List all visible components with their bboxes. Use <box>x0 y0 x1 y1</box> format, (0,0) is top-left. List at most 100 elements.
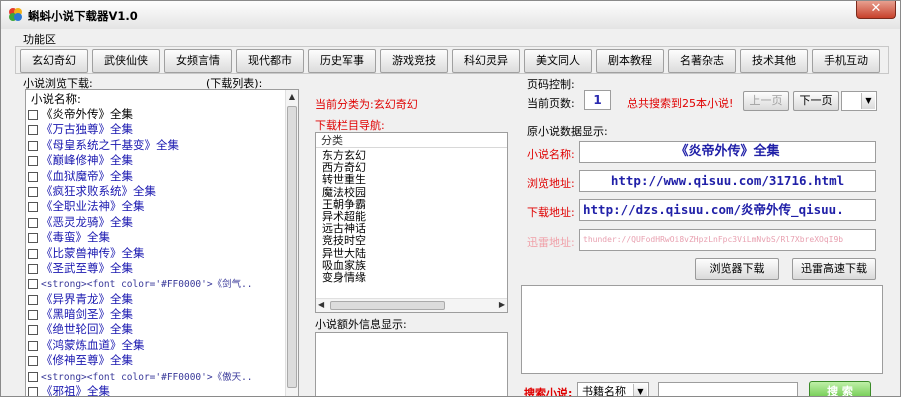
novel-checkbox[interactable] <box>28 279 38 290</box>
subcategory-list[interactable]: 分类 东方玄幻 西方奇幻 转世重生 魔法校园 王朝争霸 异术超能 远古神话 竞技时空 异世大陆吸… <box>315 132 508 313</box>
novel-checkbox[interactable] <box>28 263 38 274</box>
info-text-area[interactable] <box>521 285 883 374</box>
novel-list-item[interactable]: 《圣武至尊》全集 <box>28 261 286 276</box>
novel-checkbox[interactable] <box>28 110 38 120</box>
category-tab[interactable]: 游戏竞技 <box>380 49 448 73</box>
novel-list-item[interactable]: 《邪祖》全集 <box>28 384 286 396</box>
novel-list-item[interactable]: 《巅峰修神》全集 <box>28 153 286 168</box>
subcategory-item[interactable]: 魔法校园 <box>322 186 366 199</box>
novel-list-header: 小说名称: <box>31 92 81 106</box>
browser-download-button[interactable]: 浏览器下载 <box>695 258 779 280</box>
novel-title: 《万古独尊》全集 <box>41 122 133 137</box>
novel-list-item[interactable]: 《疯狂求败系统》全集 <box>28 184 286 199</box>
novel-checkbox[interactable] <box>28 217 38 228</box>
next-page-button[interactable]: 下一页 <box>793 91 839 111</box>
scroll-right-icon[interactable]: ▶ <box>499 300 505 309</box>
novel-title: 《血狱魔帝》全集 <box>41 168 133 183</box>
category-tab[interactable]: 科幻灵异 <box>452 49 520 73</box>
novel-checkbox[interactable] <box>28 248 38 259</box>
novel-list-item[interactable]: 《血狱魔帝》全集 <box>28 169 286 184</box>
download-url-label: 下载地址: <box>527 206 575 219</box>
novel-list-item[interactable]: 《修神至尊》全集 <box>28 353 286 368</box>
novel-list-item[interactable]: 《恶灵龙骑》全集 <box>28 215 286 230</box>
novel-title: <strong><font color='#FF0000'>《傲天.. <box>41 371 253 383</box>
novel-list-item[interactable]: 《异界青龙》全集 <box>28 292 286 307</box>
subcategory-item[interactable]: 竞技时空 <box>322 235 366 247</box>
download-url-field[interactable]: http://dzs.qisuu.com/炎帝外传_qisuu. <box>579 199 876 221</box>
category-tab[interactable]: 武侠仙侠 <box>92 49 160 73</box>
extra-info-label: 小说额外信息显示: <box>315 318 407 331</box>
page-select[interactable]: ▼ <box>841 91 877 111</box>
novel-list-item[interactable]: 《绝世轮回》全集 <box>28 322 286 337</box>
novel-checkbox[interactable] <box>28 340 38 351</box>
search-input[interactable] <box>658 382 798 396</box>
novel-title: 《巅峰修神》全集 <box>41 153 133 168</box>
extra-info-box[interactable] <box>315 332 508 396</box>
subcategory-hscrollbar[interactable]: ◀ ▶ <box>316 298 507 312</box>
novel-title: 《母皇系统之千基变》全集 <box>41 137 179 152</box>
novel-checkbox[interactable] <box>28 325 38 336</box>
thunder-download-button[interactable]: 迅雷高速下载 <box>792 258 876 280</box>
novel-list-item[interactable]: 《母皇系统之千基变》全集 <box>28 138 286 153</box>
novel-list-item[interactable]: 《炎帝外传》全集 <box>28 107 286 122</box>
novel-title: 《比蒙兽神传》全集 <box>41 245 145 260</box>
novel-title: 《毒蛮》全集 <box>41 230 110 245</box>
novel-list-item[interactable]: 《全职业法神》全集 <box>28 199 286 214</box>
novel-checkbox[interactable] <box>28 371 38 382</box>
novel-checkbox[interactable] <box>28 156 38 167</box>
novel-checkbox[interactable] <box>28 233 38 244</box>
subcategory-item[interactable]: 异世大陆 <box>322 247 366 260</box>
category-tab[interactable]: 历史军事 <box>308 49 376 73</box>
novel-list-item[interactable]: 《万古独尊》全集 <box>28 122 286 137</box>
prev-page-button[interactable]: 上一页 <box>743 91 789 111</box>
thunder-url-field[interactable]: thunder://QUFodHRwOi8vZHpzLnFpc3ViLmNvbS… <box>579 229 876 251</box>
novel-list[interactable]: 小说名称: 《炎帝外传》全集 《万古独尊》全集 《母皇系统之千基变》全集 《巅峰修神》… <box>25 89 299 396</box>
scroll-up-icon[interactable]: ▲ <box>286 90 298 104</box>
close-button[interactable]: ✕ <box>856 1 896 19</box>
subcategory-item[interactable]: 变身情缘 <box>322 271 366 284</box>
browse-url-field[interactable]: http://www.qisuu.com/31716.html <box>579 170 876 192</box>
category-tab[interactable]: 女频言情 <box>164 49 232 73</box>
novel-checkbox[interactable] <box>28 202 38 213</box>
category-tab[interactable]: 美文同人 <box>524 49 592 73</box>
category-tab[interactable]: 手机互动 <box>812 49 880 73</box>
browse-url-label: 浏览地址: <box>527 177 575 190</box>
category-tab[interactable]: 玄幻奇幻 <box>20 49 88 73</box>
novel-checkbox[interactable] <box>28 171 38 182</box>
novel-list-scrollbar[interactable]: ▲ <box>285 90 298 396</box>
thunder-url-label: 迅雷地址: <box>527 236 575 249</box>
novel-name-field[interactable]: 《炎帝外传》全集 <box>579 141 876 163</box>
current-page-field[interactable]: 1 <box>584 90 611 110</box>
novel-title: 《异界青龙》全集 <box>41 291 133 306</box>
novel-title: 《绝世轮回》全集 <box>41 322 133 337</box>
category-tab[interactable]: 剧本教程 <box>596 49 664 73</box>
novel-list-item[interactable]: 《比蒙兽神传》全集 <box>28 246 286 261</box>
category-tab[interactable]: 技术其他 <box>740 49 808 73</box>
scroll-left-icon[interactable]: ◀ <box>318 300 324 309</box>
novel-checkbox[interactable] <box>28 294 38 305</box>
novel-checkbox[interactable] <box>28 186 38 197</box>
chevron-down-icon[interactable]: ▼ <box>633 384 647 396</box>
category-tab[interactable]: 现代都市 <box>236 49 304 73</box>
novel-list-item[interactable]: <strong><font color='#FF0000'>《剑气.. <box>28 276 286 291</box>
scrollbar-thumb[interactable] <box>287 106 297 388</box>
novel-checkbox[interactable] <box>28 310 38 321</box>
chevron-down-icon[interactable]: ▼ <box>861 93 875 109</box>
novel-checkbox[interactable] <box>28 125 38 136</box>
search-type-select[interactable]: 书籍名称 ▼ <box>577 382 649 396</box>
novel-checkbox[interactable] <box>28 387 38 396</box>
search-button[interactable]: 搜 索 <box>809 381 871 396</box>
current-category-label: 当前分类为:玄幻奇幻 <box>315 98 418 111</box>
category-tab[interactable]: 名著杂志 <box>668 49 736 73</box>
novel-list-item[interactable]: <strong><font color='#FF0000'>《傲天.. <box>28 369 286 384</box>
page-control-label: 页码控制: <box>527 78 575 91</box>
novel-checkbox[interactable] <box>28 140 38 151</box>
novel-list-item[interactable]: 《毒蛮》全集 <box>28 230 286 245</box>
novel-checkbox[interactable] <box>28 356 38 367</box>
function-area-label: 功能区 <box>23 33 56 46</box>
current-page-label: 当前页数: <box>527 97 575 110</box>
novel-list-item[interactable]: 《鸿蒙炼血道》全集 <box>28 338 286 353</box>
novel-list-item[interactable]: 《黑暗剑圣》全集 <box>28 307 286 322</box>
hscroll-thumb[interactable] <box>330 301 445 310</box>
subcategory-item[interactable]: 转世重生 <box>322 174 366 186</box>
